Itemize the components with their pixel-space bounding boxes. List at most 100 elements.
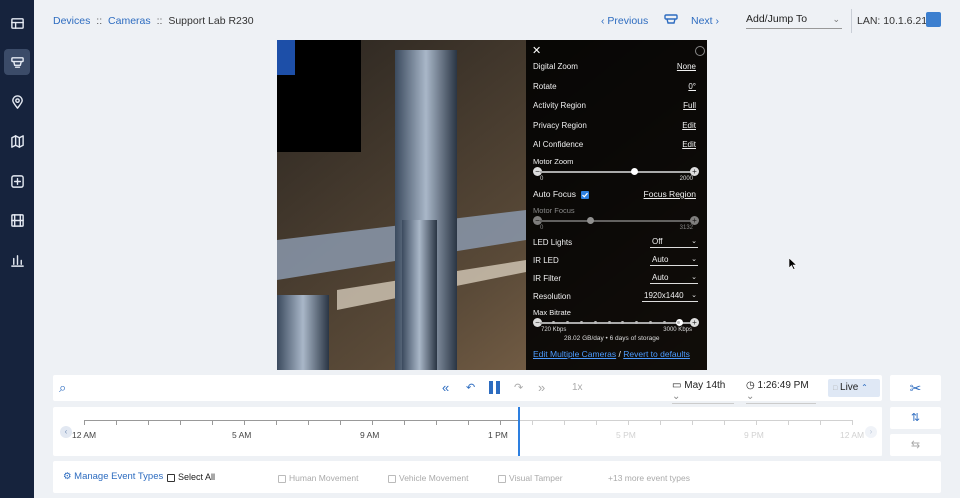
gear-icon: ⚙ [63, 471, 72, 482]
pause-icon[interactable] [489, 381, 501, 394]
add-jump-select[interactable]: Add/Jump To ⌄ [746, 13, 842, 29]
breadcrumb: Devices :: Cameras :: Support Lab R230 [53, 15, 254, 27]
date-picker[interactable]: ▭ May 14th ⌄ [672, 380, 734, 404]
select-all[interactable]: Select All [167, 472, 215, 482]
event-type-label: Visual Tamper [509, 473, 563, 483]
forward-fast-icon[interactable]: » [538, 380, 545, 395]
timeline-left-icon[interactable]: ‹ [60, 426, 72, 438]
motor-zoom-max: 2000 [679, 176, 693, 182]
chevron-down-icon: ⌄ [691, 274, 697, 281]
plus-icon[interactable]: + [690, 318, 699, 327]
more-event-types[interactable]: +13 more event types [608, 473, 690, 483]
motor-zoom-min: 0 [540, 176, 544, 182]
ai-confidence-label: AI Confidence [533, 140, 584, 149]
timeline-tick [180, 420, 181, 425]
ai-confidence-row: AI Confidence Edit [533, 140, 698, 152]
location-icon[interactable] [4, 89, 30, 115]
slider-tick [662, 321, 666, 324]
activity-region-row: Activity Region Full [533, 101, 698, 113]
storage-estimate: 28.02 GB/day • 6 days of storage [564, 335, 660, 342]
breadcrumb-devices[interactable]: Devices [53, 15, 90, 27]
divider [851, 9, 852, 33]
event-checkbox[interactable] [388, 474, 396, 483]
timeline-right-icon[interactable]: › [865, 426, 877, 438]
motor-zoom-slider[interactable]: − + [533, 167, 699, 177]
revert-defaults-link[interactable]: Revert to defaults [623, 349, 690, 359]
breadcrumb-separator: :: [156, 15, 163, 27]
auto-focus-row: Auto Focus Focus Region [533, 189, 698, 202]
chevron-down-icon: ⌄ [746, 391, 755, 402]
next-label: Next [691, 15, 713, 27]
led-lights-label: LED Lights [533, 238, 573, 247]
event-checkbox[interactable] [498, 474, 506, 483]
previous-button[interactable]: ‹ Previous [601, 15, 648, 27]
ir-filter-select[interactable]: Auto ⌄ [650, 273, 698, 284]
rotate-value[interactable]: 0° [688, 82, 696, 91]
footer-separator: / [618, 349, 621, 359]
ai-confidence-edit[interactable]: Edit [682, 140, 696, 149]
auto-focus-checkbox[interactable] [581, 190, 589, 199]
playback-speed[interactable]: 1x [572, 382, 583, 393]
privacy-region-edit[interactable]: Edit [682, 121, 696, 130]
sidebar [0, 0, 34, 498]
rotate-row: Rotate 0° [533, 82, 698, 94]
digital-zoom-value[interactable]: None [677, 62, 696, 71]
film-icon[interactable] [4, 207, 30, 233]
max-bitrate-min: 720 Kbps [541, 327, 567, 333]
breadcrumb-cameras[interactable]: Cameras [108, 15, 151, 27]
event-type-tamper[interactable]: Visual Tamper [498, 473, 563, 483]
timeline-tick [500, 420, 501, 425]
live-mode-select[interactable]: □ Live ⌃ [828, 379, 880, 397]
live-dot-icon: □ [833, 385, 838, 392]
slider-tick [579, 321, 583, 324]
led-lights-select[interactable]: Off ⌄ [650, 237, 698, 248]
step-back-icon[interactable]: ↶ [466, 381, 475, 394]
zoom-search-icon[interactable]: ⌕ [59, 380, 66, 396]
live-mode-value: Live [840, 382, 859, 393]
event-checkbox[interactable] [278, 474, 286, 483]
digital-zoom-row: Digital Zoom None [533, 62, 698, 74]
camera-icon[interactable] [663, 12, 679, 28]
map-icon[interactable] [4, 128, 30, 154]
playhead[interactable] [517, 407, 520, 456]
event-type-human[interactable]: Human Movement [278, 473, 358, 483]
slider-tick [593, 321, 597, 324]
manage-event-types-link[interactable]: ⚙ Manage Event Types [63, 471, 163, 482]
network-icon[interactable] [926, 12, 941, 27]
zoom-out-timeline-button[interactable]: ⇆ [890, 434, 941, 456]
timeline[interactable]: ‹ 12 AM5 AM9 AM1 PM5 PM9 PM12 AM › [53, 407, 882, 456]
cameras-icon[interactable] [4, 49, 30, 75]
analytics-icon[interactable] [4, 247, 30, 273]
dashboard-icon[interactable] [4, 10, 30, 36]
resolution-select[interactable]: 1920x1440 ⌄ [642, 291, 698, 302]
clip-button[interactable]: ✂ [890, 375, 941, 401]
slider-tick [607, 321, 611, 324]
check-icon [582, 192, 588, 198]
step-forward-icon[interactable]: ↷ [514, 381, 523, 394]
slider-thumb[interactable] [630, 168, 638, 175]
next-button[interactable]: Next › [691, 15, 719, 27]
focus-region-link[interactable]: Focus Region [644, 189, 696, 199]
close-icon[interactable]: ✕ [532, 44, 541, 57]
time-value: 1:26:49 PM [757, 380, 809, 391]
time-picker[interactable]: ◷ 1:26:49 PM ⌄ [746, 380, 816, 404]
ir-led-value: Auto [652, 255, 669, 264]
motor-zoom-label: Motor Zoom [533, 157, 574, 166]
plus-icon[interactable]: + [690, 167, 699, 176]
select-all-checkbox[interactable] [167, 473, 175, 482]
event-type-vehicle[interactable]: Vehicle Movement [388, 473, 468, 483]
zoom-in-timeline-button[interactable]: ⇅ [890, 407, 941, 429]
motor-focus-label: Motor Focus [533, 206, 575, 215]
max-bitrate-label: Max Bitrate [533, 308, 571, 317]
ir-led-select[interactable]: Auto ⌄ [650, 255, 698, 266]
breadcrumb-current: Support Lab R230 [168, 15, 254, 27]
edit-multiple-cameras-link[interactable]: Edit Multiple Cameras [533, 349, 616, 359]
activity-region-value[interactable]: Full [683, 101, 696, 110]
timeline-tick [340, 420, 341, 425]
timeline-tick [404, 420, 405, 425]
info-icon[interactable] [695, 46, 705, 56]
access-icon[interactable] [4, 168, 30, 194]
rewind-fast-icon[interactable]: « [442, 380, 449, 395]
camera-feed[interactable]: ✕ Digital Zoom None Rotate 0° Activity Reg… [277, 40, 707, 370]
chevron-down-icon: ⌄ [691, 238, 697, 245]
